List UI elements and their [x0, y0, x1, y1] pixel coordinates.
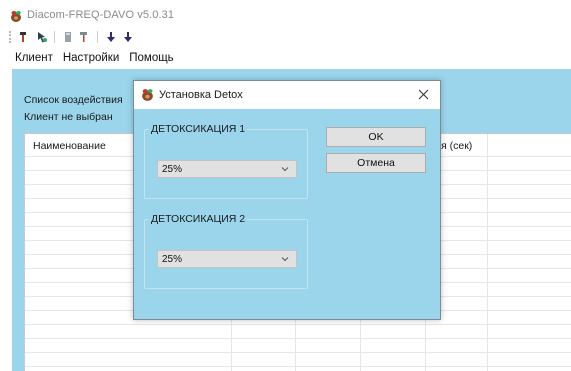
toolbar — [0, 28, 571, 46]
table-row — [25, 352, 571, 353]
detox-2-select[interactable]: 25% — [157, 250, 297, 268]
detox-1-select[interactable]: 25% — [157, 160, 297, 178]
detox-1-group: ДЕТОКСИКАЦИЯ 1 25% — [144, 123, 308, 199]
close-icon[interactable] — [415, 86, 431, 102]
dialog-title: Установка Detox — [159, 89, 243, 101]
detox-dialog: Установка Detox ДЕТОКСИКАЦИЯ 1 25% ДЕТОК… — [133, 80, 441, 320]
column-header-name[interactable]: Наименование — [33, 140, 106, 152]
cancel-button[interactable]: Отмена — [326, 153, 426, 173]
menu-settings[interactable]: Настройки — [62, 52, 120, 64]
app-logo-icon — [9, 9, 23, 23]
detox-2-legend: ДЕТОКСИКАЦИЯ 2 — [149, 213, 248, 225]
toolbar-grip[interactable] — [9, 31, 11, 43]
ok-button[interactable]: OK — [326, 127, 426, 147]
chevron-down-icon[interactable] — [280, 164, 290, 174]
menu-help[interactable]: Помощь — [128, 52, 174, 64]
table-row — [25, 324, 571, 325]
pointer-icon[interactable] — [35, 31, 48, 44]
client-status-label: Клиент не выбран — [24, 111, 113, 123]
app-logo-icon — [140, 87, 155, 102]
tool-icon[interactable] — [61, 31, 74, 44]
toolbar-separator — [97, 31, 98, 43]
impact-list-label: Список воздействия — [24, 94, 123, 106]
column-header-time[interactable]: я (сек) — [441, 140, 472, 152]
menu-client[interactable]: Клиент — [14, 52, 54, 64]
table-row — [25, 366, 571, 367]
detox-1-selected-value: 25% — [162, 163, 183, 175]
arrow-down-1-icon[interactable] — [104, 31, 117, 44]
table-row — [25, 338, 571, 339]
probe-icon[interactable] — [18, 31, 31, 44]
toolbar-separator — [54, 31, 55, 43]
menu-bar: Клиент Настройки Помощь — [0, 48, 571, 68]
detox-2-group: ДЕТОКСИКАЦИЯ 2 25% — [144, 213, 308, 289]
arrow-down-2-icon[interactable] — [121, 31, 134, 44]
window-titlebar: Diacom-FREQ-DAVO v5.0.31 — [0, 0, 571, 30]
tool-2-icon[interactable] — [78, 31, 91, 44]
detox-1-legend: ДЕТОКСИКАЦИЯ 1 — [149, 123, 248, 135]
window-title: Diacom-FREQ-DAVO v5.0.31 — [27, 9, 175, 21]
dialog-titlebar[interactable]: Установка Detox — [134, 81, 440, 109]
chevron-down-icon[interactable] — [280, 254, 290, 264]
detox-2-selected-value: 25% — [162, 253, 183, 265]
